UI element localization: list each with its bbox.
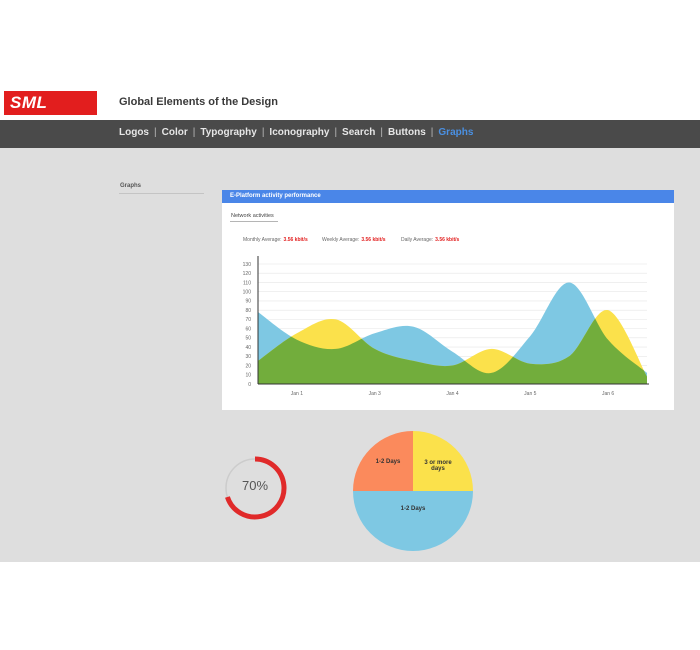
header-bar	[0, 85, 700, 120]
y-tick-label: 70	[245, 317, 251, 323]
sidebar-section-label: Graphs	[120, 183, 142, 189]
stat-monthly-value: 3.56 kbit/s	[283, 237, 308, 243]
x-tick-label: Jan 1	[291, 391, 303, 397]
y-tick-label: 0	[248, 382, 251, 388]
y-tick-label: 50	[245, 336, 251, 342]
donut-value-label: 70%	[241, 478, 269, 493]
y-tick-label: 110	[243, 280, 251, 286]
stat-monthly-label: Monthly Average:	[243, 237, 282, 243]
y-tick-label: 130	[243, 262, 252, 268]
y-tick-label: 100	[243, 289, 252, 295]
card-subtitle[interactable]: Network activities	[231, 213, 274, 219]
x-tick-label: Jan 5	[524, 391, 536, 397]
y-tick-label: 60	[245, 326, 251, 332]
stat-daily-label: Daily Average:	[401, 237, 434, 243]
nav-separator: |	[154, 127, 157, 138]
y-tick-label: 40	[245, 345, 251, 351]
nav-menu: Logos | Color | Typography | Iconography | Searc…	[119, 127, 473, 138]
nav-separator: |	[334, 127, 338, 138]
nav-separator: |	[430, 127, 434, 138]
y-tick-label: 20	[245, 363, 251, 369]
card-subtitle-underline	[230, 221, 278, 222]
pie-slice	[353, 491, 473, 551]
stat-weekly: Weekly Average: 3.56 kbit/s	[322, 237, 386, 243]
nav-separator: |	[380, 127, 384, 138]
y-tick-label: 80	[245, 308, 251, 314]
nav-item-logos[interactable]: Logos	[119, 127, 149, 138]
stat-weekly-value: 3.56 kbit/s	[361, 237, 386, 243]
nav-separator: |	[261, 127, 265, 138]
nav-item-buttons[interactable]: Buttons	[388, 127, 426, 138]
pie-label-yellow: 3 or more days	[424, 460, 452, 472]
stat-monthly: Monthly Average: 3.56 kbit/s	[243, 237, 308, 243]
days-pie-chart	[353, 431, 473, 551]
nav-item-color[interactable]: Color	[162, 127, 188, 138]
sidebar-divider	[119, 193, 204, 194]
y-tick-label: 90	[245, 299, 251, 305]
logo[interactable]: SML	[4, 91, 97, 115]
x-tick-label: Jan 4	[446, 391, 458, 397]
nav-item-search[interactable]: Search	[342, 127, 375, 138]
stat-weekly-label: Weekly Average:	[322, 237, 360, 243]
y-tick-label: 120	[243, 271, 252, 277]
nav-item-graphs[interactable]: Graphs	[438, 127, 473, 138]
pie-label-orange: 1-2 Days	[375, 459, 401, 465]
stat-daily-value: 3.56 kbit/s	[435, 237, 460, 243]
page-title: Global Elements of the Design	[119, 96, 278, 108]
pie-label-blue: 1-2 Days	[400, 506, 426, 512]
y-tick-label: 10	[245, 373, 251, 379]
nav-item-iconography[interactable]: Iconography	[269, 127, 329, 138]
stat-daily: Daily Average: 3.56 kbit/s	[401, 237, 459, 243]
network-area-chart: 0 10 20 30 40 50 60 70 80 90 100 110 120 130 Jan 1 Jan …	[243, 256, 649, 397]
y-tick-label: 30	[245, 354, 251, 360]
x-tick-label: Jan 3	[369, 391, 381, 397]
card-title: E-Platform activity performance	[222, 190, 674, 203]
x-tick-label: Jan 6	[602, 391, 614, 397]
nav-item-typography[interactable]: Typography	[200, 127, 256, 138]
nav-separator: |	[192, 127, 196, 138]
